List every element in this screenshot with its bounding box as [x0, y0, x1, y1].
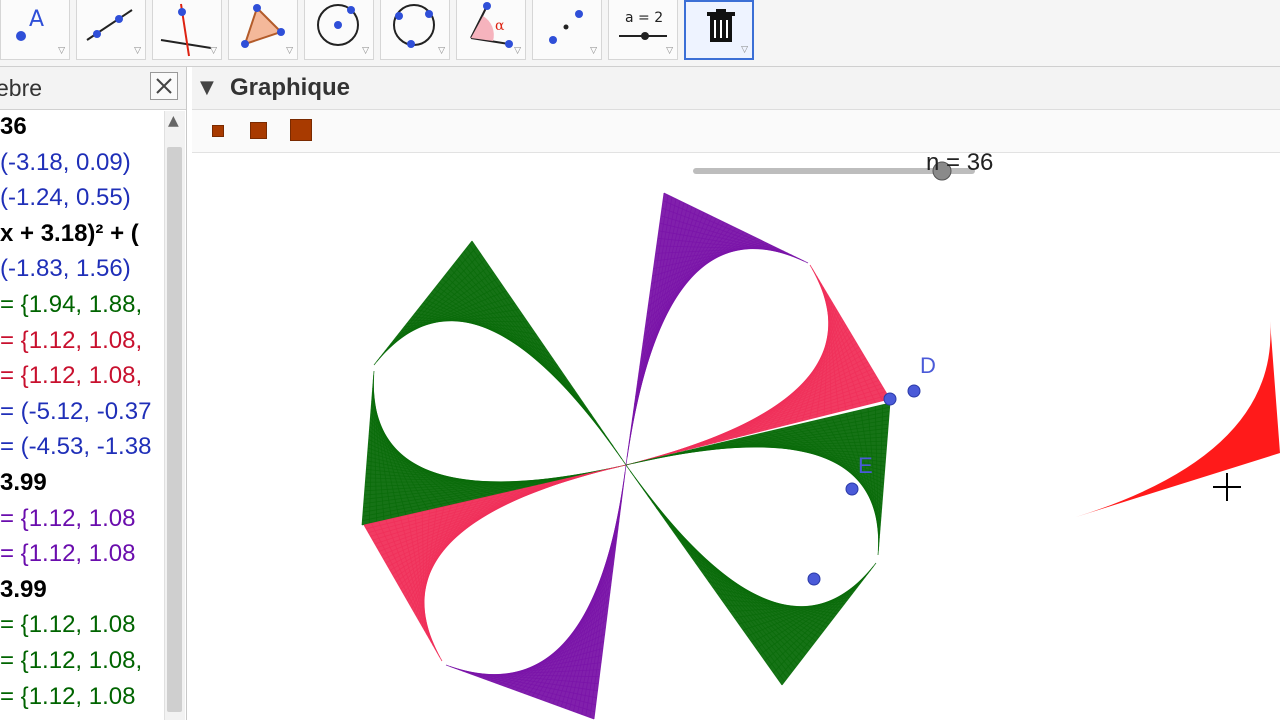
slider-label: n = 36: [926, 149, 994, 176]
algebra-row[interactable]: 3.99: [0, 576, 47, 610]
close-button[interactable]: [150, 72, 178, 100]
algebra-row[interactable]: (-3.18, 0.09): [0, 149, 131, 183]
algebra-header: ebre: [0, 67, 186, 110]
chevron-down-icon: ▽: [362, 46, 369, 56]
point-near-d: [883, 392, 897, 406]
algebra-title: ebre: [0, 75, 43, 101]
chevron-down-icon: ▽: [286, 46, 293, 56]
algebra-row[interactable]: = (-5.12, -0.37: [0, 398, 151, 432]
purple-wing-bottom-segment: [585, 479, 625, 717]
scroll-up-icon[interactable]: ▲: [168, 113, 179, 129]
tool-reflect[interactable]: ▽: [532, 0, 602, 60]
tool-glyph: a = 2: [625, 10, 663, 26]
algebra-row[interactable]: = {1.12, 1.08,: [0, 327, 142, 361]
point-label-d: D: [920, 353, 936, 378]
tool-glyph: α: [495, 18, 505, 34]
purple-wing-bottom-segment: [581, 486, 624, 715]
graphics-header: ▼ Graphique: [192, 67, 1280, 110]
chevron-down-icon: ▽: [666, 46, 673, 56]
purple-wing-top-segment: [628, 198, 677, 443]
algebra-row[interactable]: (-1.83, 1.56): [0, 255, 131, 289]
tool-line[interactable]: ▽: [76, 0, 146, 60]
tool-point[interactable]: A ▽: [0, 0, 70, 60]
point-label-e: E: [858, 453, 873, 478]
point-e: [845, 482, 859, 496]
algebra-row[interactable]: 36: [0, 113, 27, 147]
algebra-row[interactable]: (-1.24, 0.55): [0, 184, 131, 218]
tool-delete[interactable]: ▽: [684, 0, 754, 60]
algebra-row[interactable]: = {1.12, 1.08: [0, 505, 135, 539]
chevron-down-icon: ▽: [514, 46, 521, 56]
chevron-down-icon: ▽: [438, 46, 445, 56]
chevron-down-icon: ▽: [741, 45, 748, 55]
algebra-scrollbar[interactable]: ▲: [164, 111, 185, 720]
algebra-row[interactable]: = {1.12, 1.08: [0, 540, 135, 574]
green-wing-bottom-right-segment: [629, 470, 785, 682]
collapse-triangle-icon[interactable]: ▼: [200, 77, 214, 98]
green-wing-bottom-right: [626, 465, 876, 685]
point-lower: [807, 572, 821, 586]
tool-perpendicular[interactable]: ▽: [152, 0, 222, 60]
algebra-list: 36 (-3.18, 0.09) (-1.24, 0.55) x + 3.18)² +…: [0, 111, 164, 720]
chevron-down-icon: ▽: [134, 46, 141, 56]
close-icon: [156, 78, 172, 94]
green-wing-top: [374, 241, 626, 465]
algebra-row[interactable]: = {1.94, 1.88,: [0, 291, 142, 325]
graphics-canvas[interactable]: n = 36 D E: [192, 149, 1280, 720]
chevron-down-icon: ▽: [590, 46, 597, 56]
graphics-title: Graphique: [230, 74, 351, 101]
algebra-row[interactable]: = {1.12, 1.08,: [0, 362, 142, 396]
tool-slider[interactable]: a = 2 ▽: [608, 0, 678, 60]
style-bar: [192, 110, 1280, 153]
algebra-view: ebre 36 (-3.18, 0.09) (-1.24, 0.55) x + 3.1…: [0, 67, 187, 720]
algebra-row[interactable]: 3.99: [0, 469, 47, 503]
chevron-down-icon: ▽: [58, 46, 65, 56]
algebra-row[interactable]: = {1.12, 1.08,: [0, 647, 142, 681]
tool-circle-three-points[interactable]: ▽: [380, 0, 450, 60]
tool-circle-center[interactable]: ▽: [304, 0, 374, 60]
algebra-row[interactable]: = {1.12, 1.08: [0, 611, 135, 645]
point-d: [907, 384, 921, 398]
scroll-thumb[interactable]: [167, 147, 182, 712]
purple-wing-top-segment: [626, 194, 669, 458]
green-wing-bottom-right-segment: [625, 464, 783, 686]
algebra-row[interactable]: = (-4.53, -1.38: [0, 433, 151, 467]
construction-drawing: [361, 161, 1280, 720]
red-curve-partial: [1076, 321, 1280, 517]
algebra-row[interactable]: x + 3.18)² + (: [0, 220, 139, 254]
algebra-row[interactable]: = {1.12, 1.08: [0, 683, 135, 717]
point-size-small-button[interactable]: [212, 125, 224, 137]
tool-angle[interactable]: α ▽: [456, 0, 526, 60]
purple-wing-top-segment: [627, 196, 673, 450]
point-size-medium-button[interactable]: [250, 122, 267, 139]
tool-polygon[interactable]: ▽: [228, 0, 298, 60]
chevron-down-icon: ▽: [210, 46, 217, 56]
toolbar: A ▽ ▽ ▽ ▽ ▽ ▽ α ▽ ▽ a = 2 ▽ ▽: [0, 0, 1280, 67]
tool-glyph: A: [29, 7, 44, 32]
green-wing-bottom-right-segment: [634, 476, 788, 679]
point-size-large-button[interactable]: [290, 119, 312, 141]
